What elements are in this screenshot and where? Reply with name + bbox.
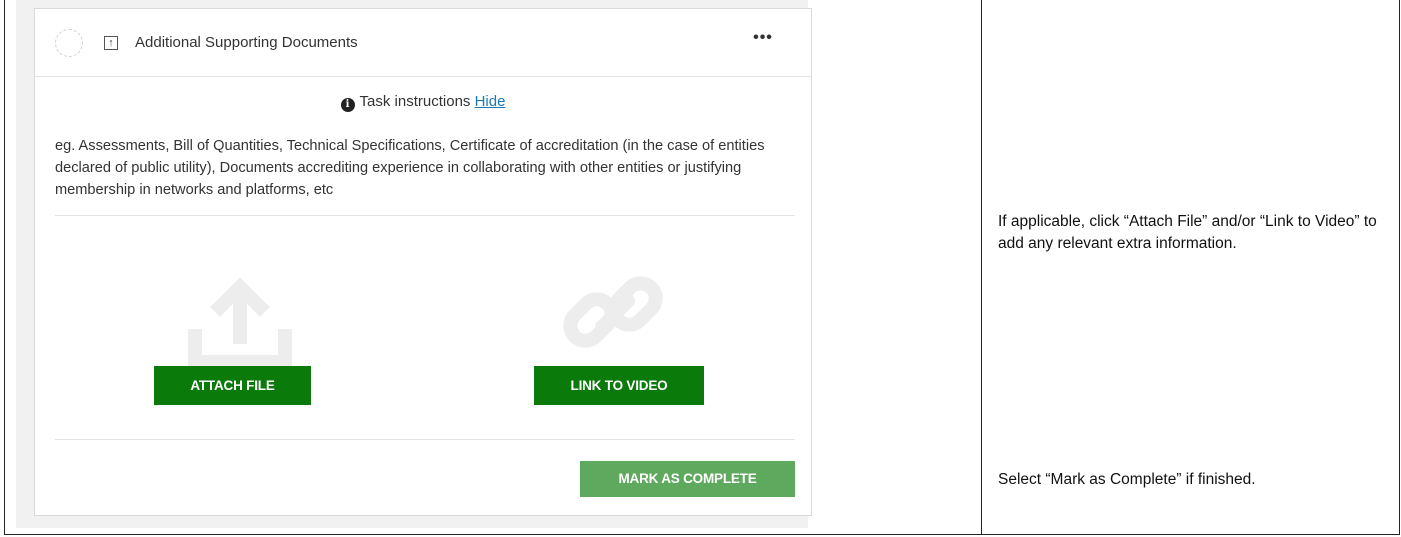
task-instructions: i Task instructions Hide [35, 93, 811, 112]
instructions-label: Task instructions [359, 93, 471, 110]
task-card: ↑ Additional Supporting Documents ••• iT… [34, 8, 812, 516]
complete-instruction-text: Select “Mark as Complete” if finished. [998, 471, 1256, 488]
divider [55, 215, 795, 216]
card-title: Additional Supporting Documents [135, 34, 358, 51]
mark-as-complete-button[interactable]: MARK AS COMPLETE [580, 461, 795, 497]
screenshot-area: ↑ Additional Supporting Documents ••• iT… [16, 0, 812, 528]
link-to-video-button[interactable]: LINK TO VIDEO [534, 366, 704, 405]
divider [55, 439, 795, 440]
upload-large-icon [188, 277, 292, 369]
attach-instruction-text: If applicable, click “Attach File” and/o… [998, 213, 1377, 252]
more-icon[interactable]: ••• [750, 29, 776, 49]
link-large-icon [563, 276, 663, 348]
upload-icon: ↑ [104, 36, 118, 50]
attach-file-button[interactable]: ATTACH FILE [154, 366, 311, 405]
column-divider [981, 0, 982, 535]
task-description: eg. Assessments, Bill of Quantities, Tec… [55, 138, 765, 198]
status-circle-icon[interactable] [55, 29, 83, 57]
info-icon: i [340, 98, 355, 112]
hide-link[interactable]: Hide [475, 93, 506, 110]
card-header: ↑ Additional Supporting Documents ••• [35, 9, 811, 77]
